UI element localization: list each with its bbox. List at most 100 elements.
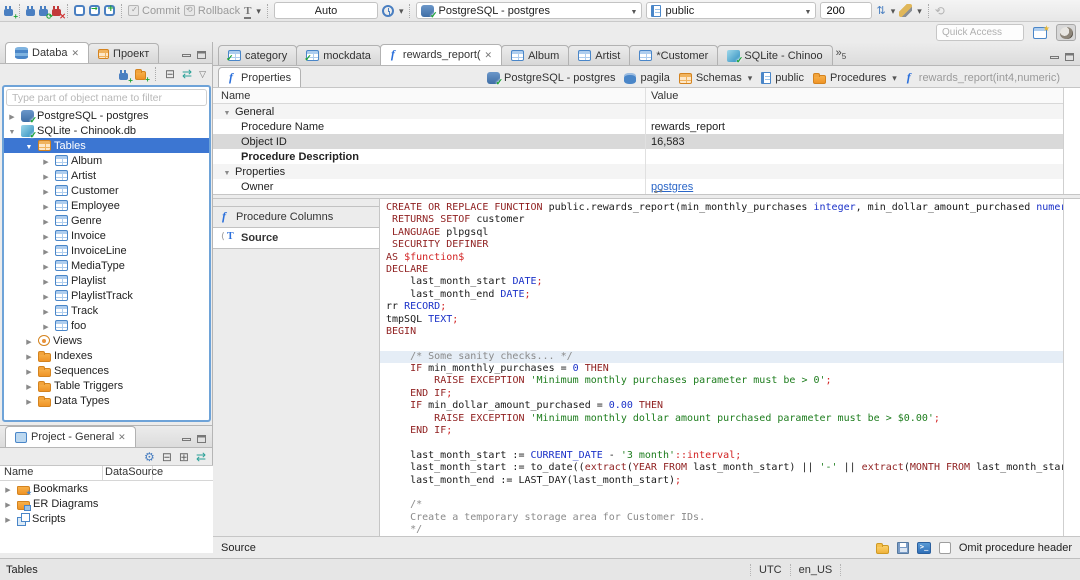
source-code-editor[interactable]: CREATE OR REPLACE FUNCTION public.reward… xyxy=(380,199,1063,536)
undo-icon[interactable] xyxy=(935,4,945,18)
expand-arrow-icon[interactable] xyxy=(40,260,52,272)
code-line[interactable] xyxy=(386,338,1063,350)
connection-combo[interactable]: PostgreSQL - postgres xyxy=(416,2,643,21)
minimize-icon[interactable] xyxy=(182,437,191,441)
status-timezone[interactable]: UTC xyxy=(750,563,791,576)
code-line[interactable]: CREATE OR REPLACE FUNCTION public.reward… xyxy=(386,202,1063,214)
collapse-all-icon[interactable] xyxy=(162,450,172,464)
property-row-procedure-name[interactable]: Procedure Name rewards_report xyxy=(213,119,1063,134)
minimize-icon[interactable] xyxy=(1050,55,1059,59)
link-with-editor-icon[interactable] xyxy=(196,450,206,464)
tab-album[interactable]: Album xyxy=(501,45,570,65)
link-with-editor-icon[interactable] xyxy=(182,67,192,81)
tab-customer[interactable]: *Customer xyxy=(629,45,719,65)
code-line[interactable]: Create a temporary storage area for Cust… xyxy=(386,512,1063,524)
properties-scrollbar[interactable] xyxy=(1063,88,1080,194)
maximize-icon[interactable] xyxy=(197,435,206,443)
code-line[interactable]: last_month_start DATE; xyxy=(386,276,1063,288)
connect-icon[interactable] xyxy=(26,6,35,16)
splitter[interactable]: ▲▼ xyxy=(213,189,1080,198)
tab-project-explorer[interactable]: Проект xyxy=(88,43,160,63)
gear-icon[interactable] xyxy=(144,450,155,464)
data-transfer-button[interactable] xyxy=(876,4,895,17)
code-line[interactable]: IF min_monthly_purchases = 0 THEN xyxy=(386,363,1063,375)
collapse-arrow-icon[interactable] xyxy=(221,106,233,118)
open-file-icon[interactable] xyxy=(875,542,889,554)
tab-category[interactable]: category xyxy=(218,45,298,65)
property-row-properties[interactable]: Properties xyxy=(213,164,1063,179)
open-sql-script-icon[interactable] xyxy=(89,4,100,16)
tree-item-playlisttrack[interactable]: PlaylistTrack xyxy=(4,288,209,303)
code-line[interactable]: last_month_end DATE; xyxy=(386,289,1063,301)
save-icon[interactable] xyxy=(896,541,909,554)
code-line[interactable]: RAISE EXCEPTION 'Minimum monthly purchas… xyxy=(386,375,1063,387)
disconnect-icon[interactable] xyxy=(52,6,66,21)
expand-arrow-icon[interactable] xyxy=(40,215,52,227)
expand-arrow-icon[interactable] xyxy=(23,350,35,362)
property-row-owner[interactable]: Owner postgres xyxy=(213,179,1063,194)
property-row-procedure-description[interactable]: Procedure Description xyxy=(213,149,1063,164)
property-row-object-id[interactable]: Object ID 16,583 xyxy=(213,134,1063,149)
close-icon[interactable] xyxy=(71,47,79,59)
new-connection-icon[interactable] xyxy=(118,69,133,85)
expand-arrow-icon[interactable] xyxy=(40,230,52,242)
column-header-name[interactable]: Name xyxy=(0,466,103,480)
tree-item-data-types[interactable]: Data Types xyxy=(4,393,209,408)
tab-overflow-indicator[interactable]: »5 xyxy=(836,47,847,61)
breadcrumb-item-procedures[interactable]: Procedures xyxy=(812,72,897,84)
tab-sqlite-chinoo[interactable]: SQLite - Chinoo xyxy=(717,45,833,66)
omit-procedure-header-checkbox[interactable] xyxy=(938,541,951,554)
code-line[interactable]: rr RECORD; xyxy=(386,301,1063,313)
expand-arrow-icon[interactable] xyxy=(40,245,52,257)
expand-arrow-icon[interactable] xyxy=(23,395,35,407)
perspective-dbeaver-button[interactable] xyxy=(1056,24,1076,41)
expand-all-icon[interactable] xyxy=(179,450,189,464)
code-line[interactable]: last_month_start := to_date((extract(YEA… xyxy=(386,462,1063,474)
code-line[interactable]: IF min_dollar_amount_purchased = 0.00 TH… xyxy=(386,400,1063,412)
code-line[interactable]: END IF; xyxy=(386,425,1063,437)
tree-item-album[interactable]: Album xyxy=(4,153,209,168)
console-icon[interactable] xyxy=(916,541,931,554)
code-scrollbar[interactable] xyxy=(1063,199,1080,536)
new-folder-icon[interactable] xyxy=(134,69,150,84)
expand-arrow-icon[interactable] xyxy=(23,335,35,347)
expand-arrow-icon[interactable] xyxy=(40,200,52,212)
code-line[interactable]: SECURITY DEFINER xyxy=(386,239,1063,251)
code-line[interactable]: AS $function$ xyxy=(386,252,1063,264)
breadcrumb-item-public[interactable]: public xyxy=(761,72,804,84)
tree-item-indexes[interactable]: Indexes xyxy=(4,348,209,363)
project-item-scripts[interactable]: Scripts xyxy=(0,511,213,526)
code-line[interactable]: */ xyxy=(386,524,1063,536)
tab-artist[interactable]: Artist xyxy=(568,45,631,65)
tree-item-table-triggers[interactable]: Table Triggers xyxy=(4,378,209,393)
code-line[interactable]: END IF; xyxy=(386,388,1063,400)
breadcrumb-item-postgresql-postgres[interactable]: PostgreSQL - postgres xyxy=(487,72,615,88)
project-item-bookmarks[interactable]: Bookmarks xyxy=(0,481,213,497)
view-menu-icon[interactable] xyxy=(199,68,206,80)
column-header-name[interactable]: Name xyxy=(213,88,645,103)
breadcrumb-item-rewards-report-int4-numeric[interactable]: rewards_report(int4,numeric) xyxy=(906,70,1060,85)
chevron-down-icon[interactable] xyxy=(890,72,897,84)
tree-item-artist[interactable]: Artist xyxy=(4,168,209,183)
expand-arrow-icon[interactable] xyxy=(2,498,14,510)
navigator-filter-input[interactable] xyxy=(6,89,207,106)
status-locale[interactable]: en_US xyxy=(791,563,842,576)
rollback-button[interactable]: Rollback xyxy=(183,5,240,17)
tree-item-employee[interactable]: Employee xyxy=(4,198,209,213)
fetch-size-input[interactable] xyxy=(820,2,873,19)
collapse-arrow-icon[interactable] xyxy=(23,140,35,152)
maximize-icon[interactable] xyxy=(1065,53,1074,61)
sql-editor-icon[interactable] xyxy=(74,5,85,16)
collapse-arrow-icon[interactable] xyxy=(6,125,18,137)
minimize-icon[interactable] xyxy=(182,53,191,57)
code-line[interactable]: /* Some sanity checks... */ xyxy=(380,350,1063,364)
column-header-datasource[interactable]: DataSource xyxy=(103,466,163,480)
tree-item-track[interactable]: Track xyxy=(4,303,209,318)
code-line[interactable]: tmpSQL TEXT; xyxy=(386,314,1063,326)
code-line[interactable]: last_month_start := CURRENT_DATE - '3 mo… xyxy=(386,450,1063,462)
expand-arrow-icon[interactable] xyxy=(40,275,52,287)
tab-mockdata[interactable]: mockdata xyxy=(296,45,381,65)
tree-item-genre[interactable]: Genre xyxy=(4,213,209,228)
code-line[interactable]: RAISE EXCEPTION 'Minimum monthly dollar … xyxy=(386,413,1063,425)
tree-item-playlist[interactable]: Playlist xyxy=(4,273,209,288)
